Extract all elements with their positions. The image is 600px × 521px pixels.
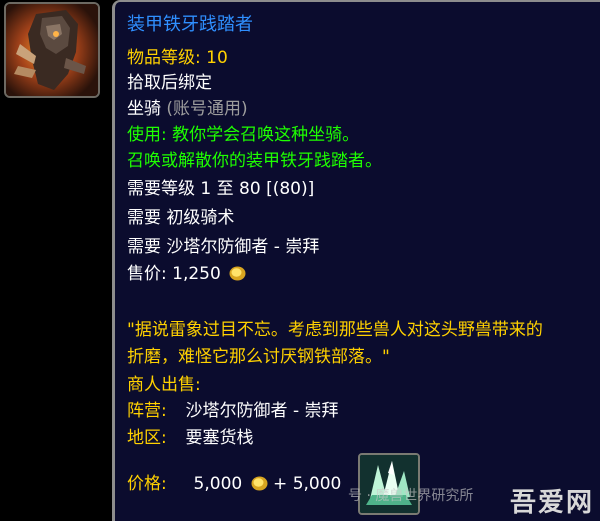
watermark-text: 号 · 魔兽世界研究所 — [348, 488, 474, 504]
gold-coin-icon — [251, 475, 268, 491]
use-text: 使用: 教你学会召唤这种坐骑。 — [127, 125, 360, 145]
item-level: 物品等级: 10 — [127, 47, 228, 69]
item-level-value: 10 — [206, 48, 228, 68]
item-type-note: (账号通用) — [166, 99, 248, 119]
zone-row: 地区: 要塞货栈 — [127, 427, 254, 449]
flavor-text-line-1: "据说雷象过目不忘。考虑到那些兽人对这头野兽带来的 — [127, 320, 543, 340]
crystal-currency-icon — [358, 453, 420, 515]
corner-watermark: 吾爱网 — [509, 488, 594, 518]
required-faction: 需要 沙塔尔防御者 - 崇拜 — [127, 237, 320, 257]
zone-value: 要塞货栈 — [185, 428, 254, 448]
flavor-text-line-2: 折磨，难怪它那么讨厌钢铁部落。" — [127, 347, 390, 367]
mount-item-icon — [4, 2, 100, 98]
sell-price-value: 1,250 — [172, 264, 221, 284]
vendor-label: 商人出售: — [127, 375, 201, 395]
binding-text: 拾取后绑定 — [127, 73, 212, 93]
gold-coin-icon — [229, 265, 246, 281]
item-level-label: 物品等级: — [127, 48, 201, 68]
item-tooltip: 装甲铁牙践踏者 物品等级: 10 拾取后绑定 坐骑 (账号通用) 使用: 教你学… — [112, 0, 600, 521]
zone-label: 地区: — [127, 428, 167, 448]
item-name: 装甲铁牙践踏者 — [127, 14, 253, 35]
price-label: 价格: — [127, 474, 167, 494]
required-skill: 需要 初级骑术 — [127, 208, 235, 228]
price-row: 价格: 5,000 + 5,000 — [127, 473, 341, 495]
required-level: 需要等级 1 至 80 [(80)] — [127, 179, 315, 199]
price-gold-value: 5,000 — [193, 474, 243, 494]
price-plus: + — [273, 474, 288, 494]
sell-price-label: 售价: — [127, 264, 167, 284]
item-type: 坐骑 (账号通用) — [127, 98, 248, 120]
faction-label: 阵营: — [127, 401, 167, 421]
price-currency-value: 5,000 — [292, 474, 342, 494]
sell-price: 售价: 1,250 — [127, 263, 246, 285]
faction-value: 沙塔尔防御者 - 崇拜 — [185, 401, 339, 421]
summon-text: 召唤或解散你的装甲铁牙践踏者。 — [127, 151, 382, 171]
faction-row: 阵营: 沙塔尔防御者 - 崇拜 — [127, 400, 339, 422]
item-type-label: 坐骑 — [127, 99, 161, 119]
